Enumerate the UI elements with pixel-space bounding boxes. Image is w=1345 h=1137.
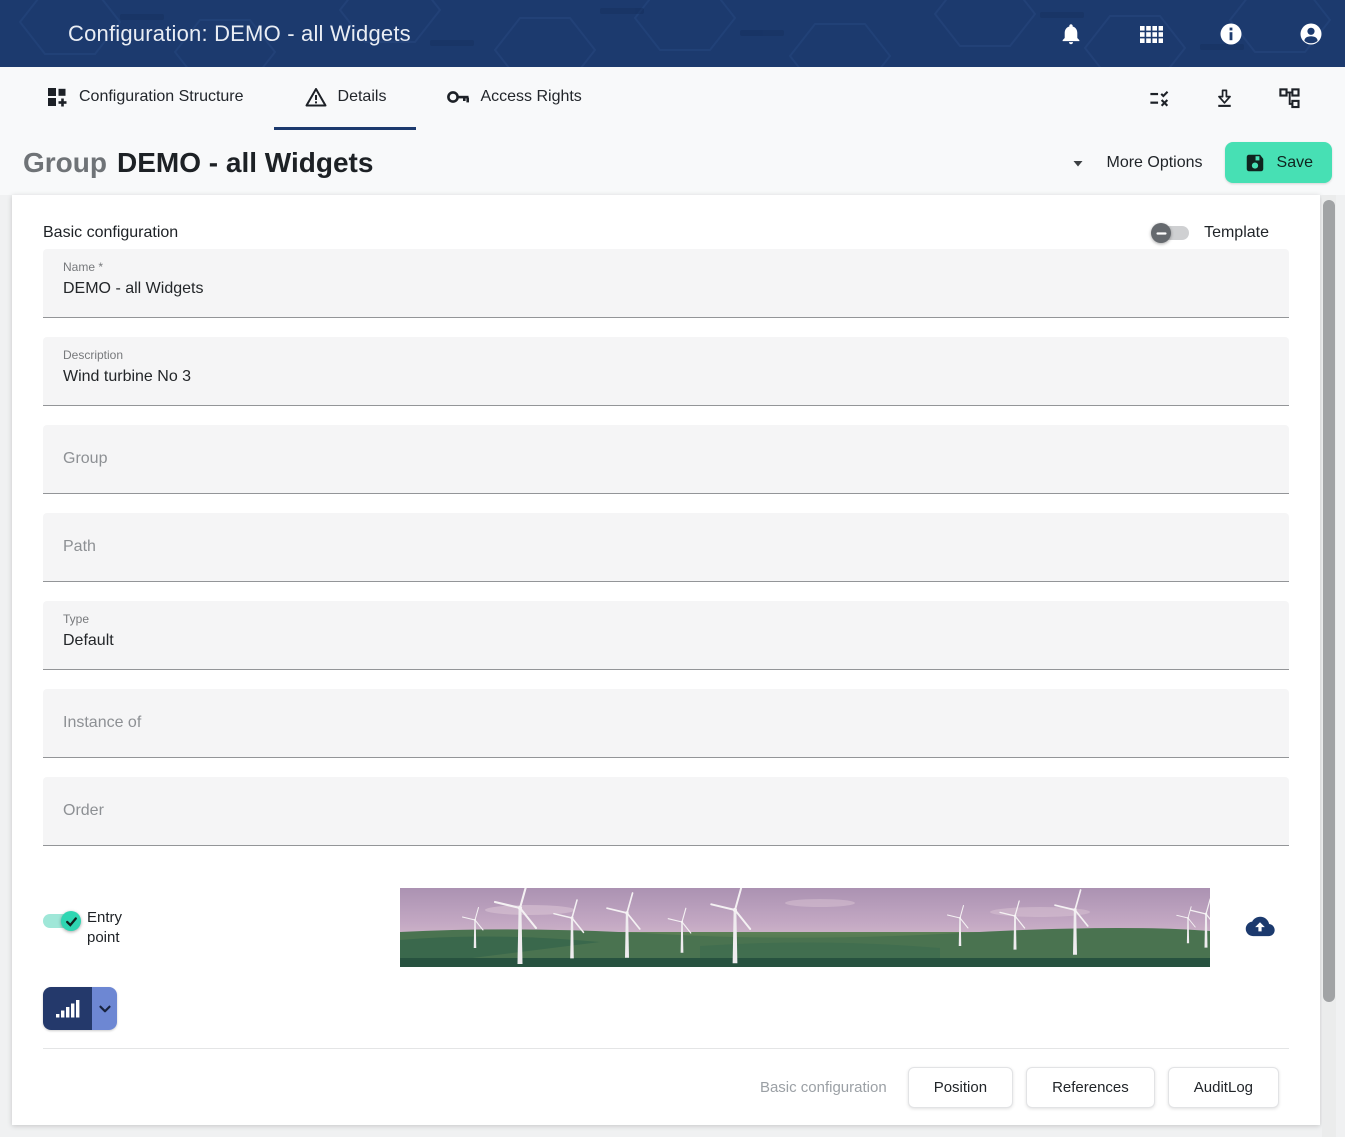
save-button-label: Save (1277, 154, 1313, 172)
entry-point-row: Entry point (43, 888, 1289, 967)
widget-type-split-button (43, 987, 117, 1030)
split-dropdown-button[interactable] (92, 987, 117, 1030)
field-value: DEMO - all Widgets (63, 280, 1269, 298)
field-label: Description (63, 348, 1269, 362)
page-title: Group DEMO - all Widgets (23, 147, 373, 179)
wind-turbines-panorama (400, 888, 1210, 967)
rule-checklist-icon[interactable] (1148, 87, 1171, 110)
bar-chart-icon (55, 997, 81, 1021)
field-label: Name * (63, 260, 1269, 274)
group-field[interactable]: Group (43, 425, 1289, 494)
tab-access-rights[interactable]: Access Rights (416, 67, 611, 130)
cloud-upload-icon[interactable] (1245, 912, 1275, 940)
template-switch-thumb (1151, 223, 1171, 243)
check-icon (65, 915, 78, 928)
details-card: Basic configuration Template Name * DEMO… (12, 195, 1320, 1125)
name-field[interactable]: Name * DEMO - all Widgets (43, 249, 1289, 318)
scrollbar-thumb[interactable] (1323, 200, 1335, 1002)
dashboard-customize-icon (45, 85, 69, 109)
tree-structure-icon[interactable] (1278, 87, 1301, 110)
description-field[interactable]: Description Wind turbine No 3 (43, 337, 1289, 406)
entry-point-label: Entry point (87, 908, 133, 949)
references-button[interactable]: References (1026, 1067, 1155, 1108)
field-value: Default (63, 632, 1269, 650)
field-label: Group (63, 450, 107, 468)
section-title: Basic configuration (43, 224, 178, 242)
header-icon-group (1059, 22, 1345, 46)
tab-label: Configuration Structure (79, 88, 244, 106)
field-label: Instance of (63, 714, 141, 732)
page-title-name: DEMO - all Widgets (117, 147, 373, 178)
field-label: Order (63, 802, 104, 820)
title-actions: More Options Save (1066, 142, 1345, 183)
page-title-prefix: Group (23, 147, 107, 178)
tab-bar: Configuration Structure Details Access R… (0, 67, 1345, 130)
auditlog-button[interactable]: AuditLog (1168, 1067, 1279, 1108)
field-value: Wind turbine No 3 (63, 368, 1269, 386)
section-header-row: Basic configuration Template (43, 217, 1289, 249)
type-field[interactable]: Type Default (43, 601, 1289, 670)
field-label: Path (63, 538, 96, 556)
more-options-button[interactable]: More Options (1106, 154, 1202, 172)
card-footer: Basic configuration Position References … (43, 1048, 1289, 1125)
footer-active-section-label: Basic configuration (760, 1079, 887, 1096)
info-icon[interactable] (1219, 22, 1243, 46)
template-toggle[interactable]: Template (1153, 224, 1269, 242)
chevron-down-icon[interactable] (1066, 151, 1090, 175)
minus-icon (1156, 228, 1167, 239)
template-toggle-label: Template (1204, 224, 1269, 242)
order-field[interactable]: Order (43, 777, 1289, 846)
path-field[interactable]: Path (43, 513, 1289, 582)
page-title-row: Group DEMO - all Widgets More Options Sav… (0, 130, 1345, 195)
tab-configuration-structure[interactable]: Configuration Structure (15, 67, 274, 130)
download-icon[interactable] (1213, 87, 1236, 110)
window-title: Configuration: DEMO - all Widgets (68, 21, 411, 47)
bar-chart-button[interactable] (43, 987, 92, 1030)
app-header: Configuration: DEMO - all Widgets (0, 0, 1345, 67)
entry-point-switch[interactable] (43, 914, 79, 928)
account-icon[interactable] (1299, 22, 1323, 46)
template-switch[interactable] (1153, 226, 1189, 240)
save-button[interactable]: Save (1225, 142, 1332, 183)
position-button[interactable]: Position (908, 1067, 1013, 1108)
tab-action-icons (1148, 87, 1345, 110)
floppy-save-icon (1244, 152, 1266, 174)
chevron-down-icon (96, 1000, 114, 1018)
warning-triangle-icon (304, 85, 328, 109)
tab-details[interactable]: Details (274, 67, 417, 130)
entry-point-switch-thumb (61, 911, 81, 931)
tab-label: Details (338, 88, 387, 106)
tab-label: Access Rights (480, 88, 581, 106)
apps-grid-icon[interactable] (1139, 22, 1163, 46)
notifications-bell-icon[interactable] (1059, 22, 1083, 46)
instance-of-field[interactable]: Instance of (43, 689, 1289, 758)
field-label: Type (63, 612, 1269, 626)
app-window: Configuration: DEMO - all Widgets (0, 0, 1345, 1137)
entry-point-toggle[interactable]: Entry point (43, 914, 133, 949)
key-icon (446, 85, 470, 109)
